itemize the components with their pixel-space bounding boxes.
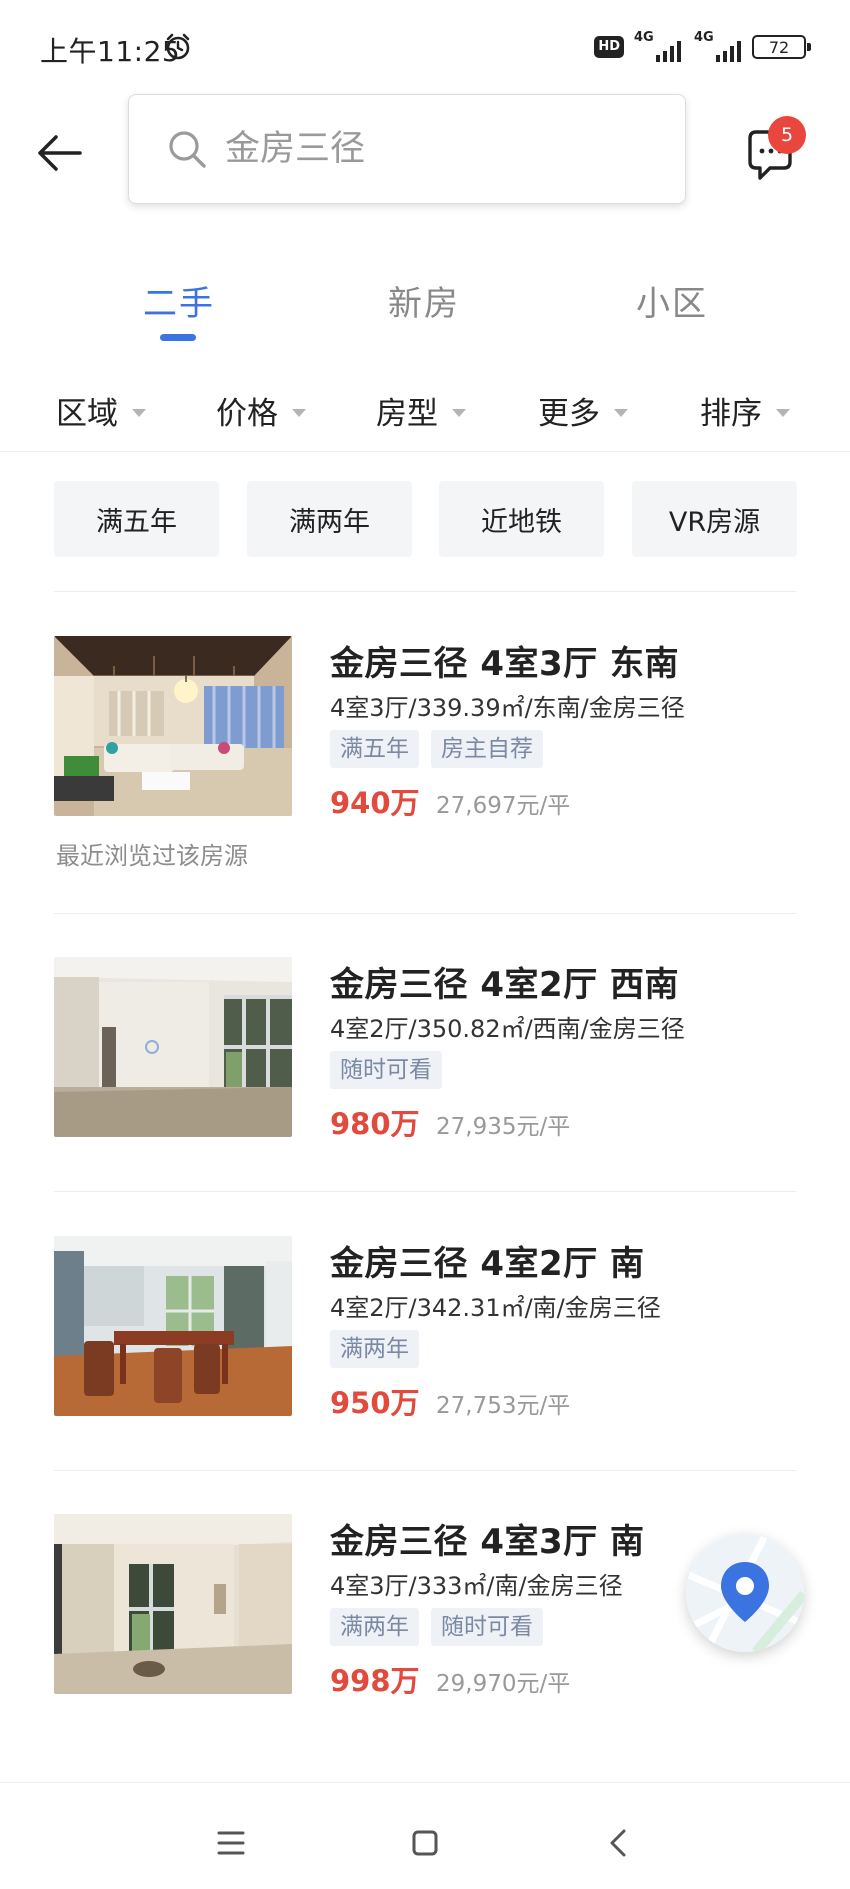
listing-tags: 满两年 — [330, 1330, 419, 1368]
signal-icon-1: 4G — [632, 30, 684, 62]
status-bar: 上午11:25 HD 4G 4G 72 — [0, 0, 850, 96]
active-tab-indicator — [160, 334, 196, 341]
divider — [54, 1191, 796, 1192]
listing-price: 950万 — [330, 1386, 420, 1420]
listing-details: 4室3厅/339.39㎡/东南/金房三径 — [330, 694, 685, 722]
divider — [54, 1470, 796, 1471]
filter-area[interactable]: 区域 — [56, 388, 146, 433]
listing-details: 4室2厅/350.82㎡/西南/金房三径 — [330, 1015, 685, 1043]
recently-viewed-note: 最近浏览过该房源 — [56, 842, 248, 870]
listing-tag: 随时可看 — [431, 1608, 543, 1646]
listing-tag: 随时可看 — [330, 1051, 442, 1089]
chip-five-years[interactable]: 满五年 — [54, 481, 219, 557]
listing-card[interactable]: 金房三径 4室2厅 西南 4室2厅/350.82㎡/西南/金房三径 随时可看 9… — [54, 957, 796, 1157]
listing-price: 998万 — [330, 1664, 420, 1698]
back-button[interactable] — [34, 128, 84, 178]
battery-icon: 72 — [752, 35, 811, 59]
listing-title: 金房三径 4室2厅 西南 — [330, 965, 679, 1005]
search-icon — [169, 131, 206, 168]
filter-layout-label: 房型 — [376, 396, 438, 432]
listing-details: 4室3厅/333㎡/南/金房三径 — [330, 1572, 623, 1600]
divider — [54, 913, 796, 914]
menu-icon[interactable] — [211, 1823, 251, 1863]
listing-unit-price: 27,753元/平 — [436, 1393, 571, 1419]
listing-unit-price: 27,935元/平 — [436, 1114, 571, 1140]
caret-down-icon — [614, 408, 628, 417]
listing-card[interactable]: 金房三径 4室2厅 南 4室2厅/342.31㎡/南/金房三径 满两年 950万… — [54, 1236, 796, 1436]
listing-tag: 满两年 — [330, 1608, 419, 1646]
listing-price: 980万 — [330, 1107, 420, 1141]
search-input[interactable] — [225, 129, 645, 169]
listing-title: 金房三径 4室3厅 南 — [330, 1522, 645, 1562]
arrow-left-icon — [38, 135, 82, 171]
listing-tag: 满两年 — [330, 1330, 419, 1368]
filter-sort[interactable]: 排序 — [700, 388, 790, 433]
tab-new-homes[interactable]: 新房 — [388, 276, 460, 325]
filter-price[interactable]: 价格 — [216, 388, 306, 433]
network-type-label: 4G — [694, 30, 714, 45]
status-indicators: HD 4G 4G 72 — [594, 30, 811, 62]
listing-photo — [54, 1514, 292, 1694]
battery-level: 72 — [768, 37, 790, 57]
listing-tags: 随时可看 — [330, 1051, 442, 1089]
message-count-badge: 5 — [768, 116, 806, 154]
listing-unit-price: 29,970元/平 — [436, 1671, 571, 1697]
home-square-icon[interactable] — [405, 1823, 445, 1863]
listing-details: 4室2厅/342.31㎡/南/金房三径 — [330, 1294, 661, 1322]
tab-communities[interactable]: 小区 — [636, 276, 708, 325]
signal-icon-2: 4G — [692, 30, 744, 62]
listing-price: 940万 — [330, 786, 420, 820]
tab-second-hand[interactable]: 二手 — [143, 276, 215, 325]
listing-tags: 满两年 随时可看 — [330, 1608, 543, 1646]
caret-down-icon — [132, 408, 146, 417]
chip-near-subway[interactable]: 近地铁 — [439, 481, 604, 557]
listing-photo — [54, 636, 292, 816]
network-type-label: 4G — [634, 30, 654, 45]
filter-layout[interactable]: 房型 — [376, 388, 466, 433]
listing-title: 金房三径 4室2厅 南 — [330, 1244, 645, 1284]
listing-photo — [54, 957, 292, 1137]
filter-more-label: 更多 — [538, 396, 600, 432]
chip-two-years[interactable]: 满两年 — [247, 481, 412, 557]
hd-badge: HD — [594, 36, 624, 58]
chip-vr-listings[interactable]: VR房源 — [632, 481, 797, 557]
search-box[interactable] — [128, 94, 686, 204]
listing-card[interactable]: 金房三径 4室3厅 东南 4室3厅/339.39㎡/东南/金房三径 满五年 房主… — [54, 636, 796, 836]
alarm-icon — [166, 33, 190, 60]
filter-price-label: 价格 — [216, 396, 278, 432]
caret-down-icon — [776, 408, 790, 417]
divider — [54, 591, 796, 592]
caret-down-icon — [452, 408, 466, 417]
listing-type-tabs: 二手 新房 小区 — [0, 270, 850, 350]
system-nav-bar — [0, 1782, 850, 1889]
listing-photo — [54, 1236, 292, 1416]
filter-area-label: 区域 — [56, 396, 118, 432]
listing-tags: 满五年 房主自荐 — [330, 730, 543, 768]
listing-title: 金房三径 4室3厅 东南 — [330, 644, 679, 684]
back-chevron-icon[interactable] — [599, 1823, 639, 1863]
filter-bar: 区域 价格 房型 更多 排序 — [0, 380, 850, 452]
map-pin-icon — [686, 1534, 804, 1652]
caret-down-icon — [292, 408, 306, 417]
listing-tag: 满五年 — [330, 730, 419, 768]
status-time: 上午11:25 — [40, 35, 181, 68]
listing-tag: 房主自荐 — [431, 730, 543, 768]
filter-sort-label: 排序 — [700, 396, 762, 432]
filter-more[interactable]: 更多 — [538, 388, 628, 433]
listing-unit-price: 27,697元/平 — [436, 793, 571, 819]
map-view-button[interactable] — [686, 1534, 804, 1652]
listing-card[interactable]: 金房三径 4室3厅 南 4室3厅/333㎡/南/金房三径 满两年 随时可看 99… — [54, 1514, 796, 1714]
